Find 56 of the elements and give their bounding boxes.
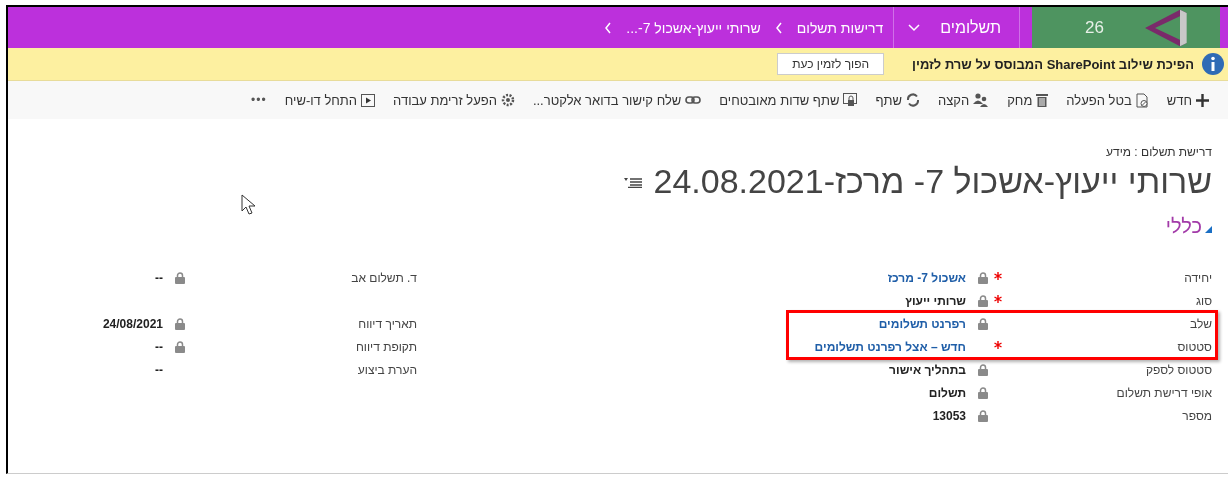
- toolbar-button[interactable]: בטל הפעלה: [1057, 92, 1158, 108]
- toolbar-button[interactable]: שתף: [866, 92, 929, 108]
- record-title: שרותי ייעוץ-אשכול 7- מרכז-24.08.2021: [653, 162, 1212, 201]
- breadcrumb-link[interactable]: שרותי ייעוץ-אשכול 7-...: [626, 19, 761, 36]
- play-box-icon: [361, 93, 376, 107]
- lookup-link[interactable]: רפרנט תשלומים: [878, 316, 966, 331]
- toolbar-button[interactable]: מחק: [998, 92, 1058, 108]
- field-value: שרותי ייעוץ: [905, 293, 966, 308]
- field-label: אופי דרישת תשלום: [1115, 385, 1212, 400]
- chevron-down-icon: [908, 23, 921, 32]
- field-value: 24/08/2021: [102, 316, 163, 331]
- field-label: תאריך דיווח: [357, 316, 417, 331]
- field-label: מספר: [1181, 408, 1212, 423]
- trash-icon: [1036, 93, 1049, 107]
- field-value: תשלום: [928, 385, 966, 400]
- toolbar-button[interactable]: הפעל זרימת עבודה: [384, 92, 524, 108]
- toolbar-button[interactable]: חדש: [1157, 92, 1218, 108]
- field-label: הערת ביצוע: [356, 362, 417, 377]
- tile-number: 26: [1085, 17, 1104, 38]
- list-icon[interactable]: [623, 175, 642, 188]
- info-icon: [1202, 53, 1224, 75]
- chevron-left-icon: [604, 21, 613, 34]
- notification-message: הפיכת שילוב SharePoint המבוסס על שרת לזמין: [912, 56, 1194, 72]
- field-value: --: [155, 270, 163, 285]
- entity-path: דרישת תשלום : מידע: [1105, 145, 1212, 159]
- toolbar-button[interactable]: •••: [242, 93, 276, 107]
- breadcrumb-link[interactable]: דרישות תשלום: [796, 19, 884, 36]
- link-icon: [685, 96, 702, 104]
- plus-icon: [1196, 93, 1209, 107]
- toolbar-button[interactable]: שתף שדות מאובטחים: [710, 92, 867, 108]
- gear-icon: [500, 93, 515, 107]
- lookup-link[interactable]: חדש – אצל רפרנט תשלומים: [814, 339, 966, 354]
- toolbar-button[interactable]: שלח קישור בדואר אלקטר...: [523, 92, 711, 108]
- document-icon: [1135, 92, 1149, 108]
- field-value: בתהליך אישור: [889, 362, 966, 377]
- field-label: סוג: [1194, 293, 1212, 308]
- field-label: תקופת דיווח: [354, 339, 417, 354]
- people-icon: [973, 93, 990, 107]
- field-value: --: [155, 339, 163, 354]
- toolbar-button[interactable]: הקצה: [928, 92, 999, 108]
- enable-now-button[interactable]: הפוך לזמין כעת: [777, 53, 885, 75]
- field-label: סטטוס: [1176, 339, 1212, 354]
- field-value: --: [155, 362, 163, 377]
- field-label: שלב: [1188, 316, 1212, 331]
- field-label: יחידה: [1183, 270, 1212, 285]
- lookup-link[interactable]: אשכול 7- מרכז: [887, 270, 966, 285]
- triangle-icon: [1205, 226, 1212, 233]
- section-header[interactable]: כללי: [8, 215, 1212, 238]
- toolbar-button[interactable]: התחל דו-שיח: [275, 92, 385, 108]
- chevron-left-icon: [774, 21, 783, 34]
- locked-document-icon: [843, 93, 858, 107]
- field-label: ד. תשלום אב: [350, 270, 417, 285]
- mouse-pointer-icon: [241, 194, 257, 216]
- field-value: 13053: [932, 408, 966, 423]
- circular-arrows-icon: [905, 93, 920, 107]
- field-label: סטטוס לספק: [1144, 362, 1212, 377]
